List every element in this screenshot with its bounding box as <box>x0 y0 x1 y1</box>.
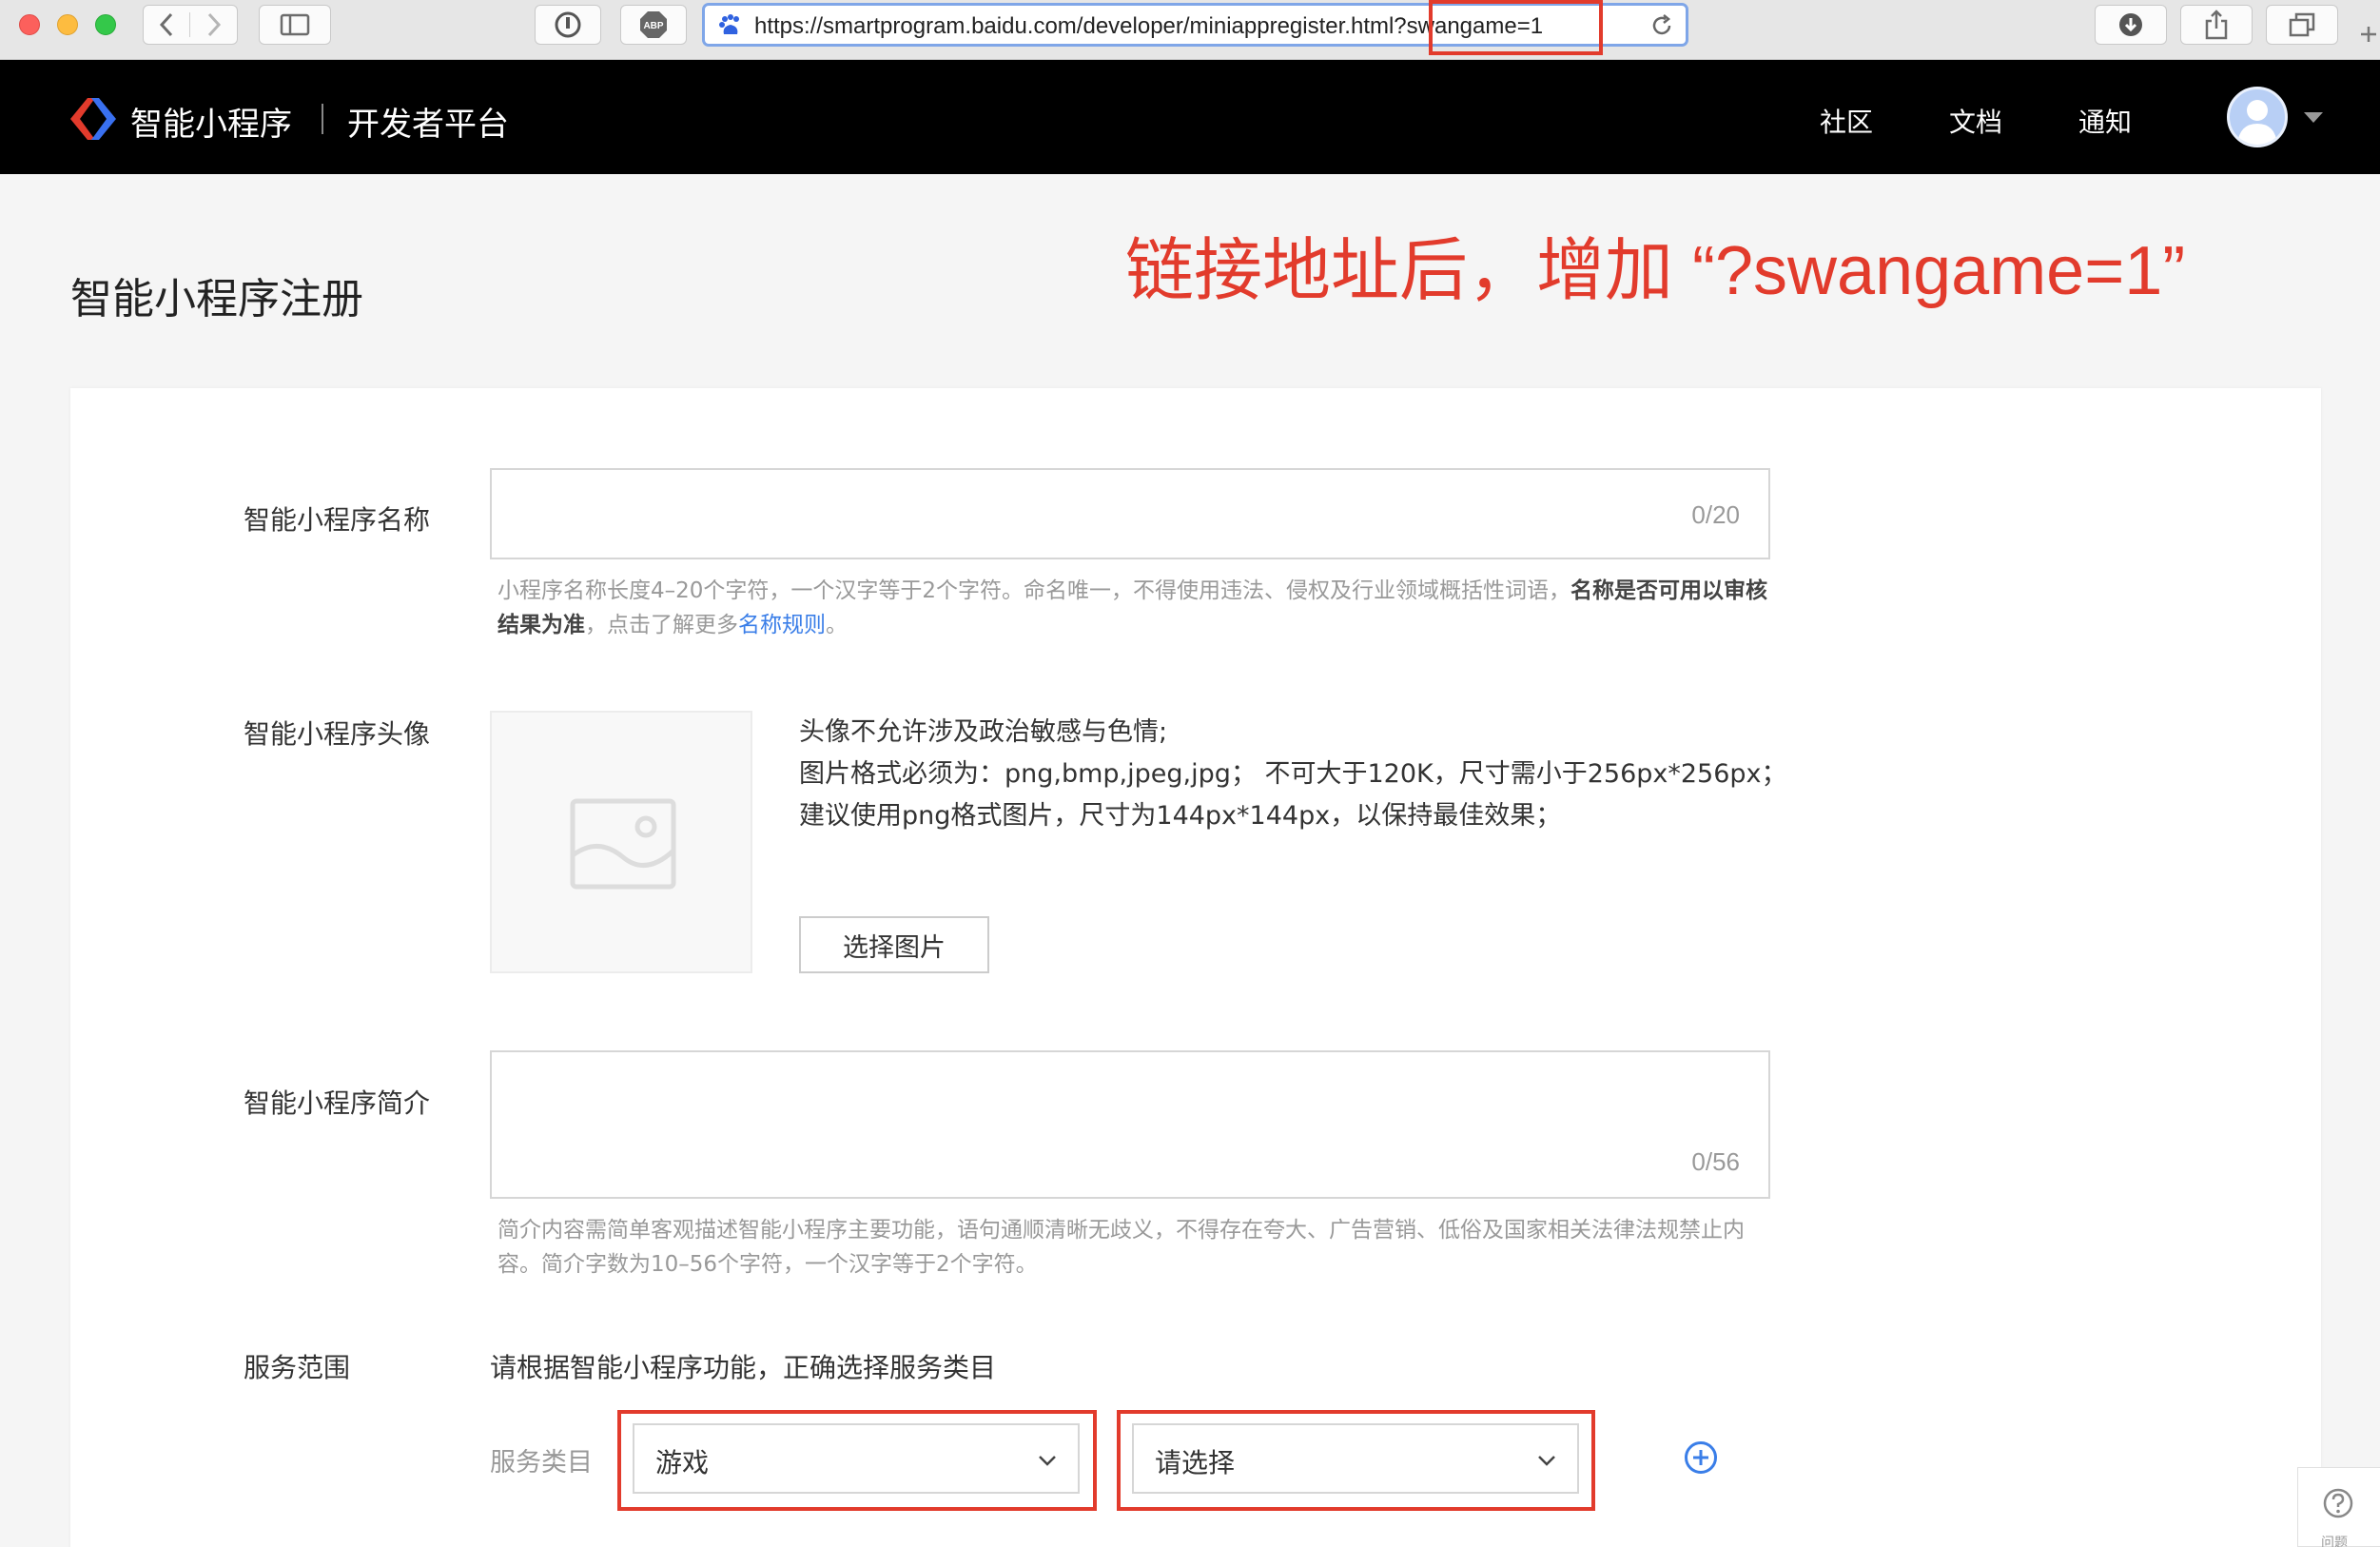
chevron-down-icon <box>1039 1456 1056 1466</box>
sidebar-icon <box>280 13 310 36</box>
category-secondary-placeholder: 请选择 <box>1155 1447 1236 1478</box>
back-forward-group <box>143 5 238 45</box>
intro-char-counter: 0/56 <box>1691 1147 1740 1176</box>
tabs-button[interactable] <box>2266 5 2338 45</box>
smartprogram-logo-icon[interactable] <box>68 96 118 142</box>
category-primary-value: 游戏 <box>655 1447 710 1478</box>
adblock-icon: ABP <box>640 11 667 38</box>
avatar-preview[interactable] <box>490 711 752 973</box>
brand-subtitle: 开发者平台 <box>347 106 509 144</box>
account-dropdown-icon[interactable] <box>2304 112 2323 123</box>
user-avatar[interactable] <box>2227 87 2288 147</box>
tabs-icon <box>2289 12 2315 37</box>
download-icon <box>2119 13 2142 36</box>
adblock-button[interactable]: ABP <box>620 5 687 45</box>
add-category-icon[interactable] <box>1684 1440 1718 1475</box>
page-title: 智能小程序注册 <box>70 275 363 323</box>
name-hint-main: 小程序名称长度4–20个字符，一个汉字等于2个字符。命名唯一，不得使用违法、侵权… <box>497 578 1571 603</box>
downloads-button[interactable] <box>2095 5 2167 45</box>
chevron-down-icon <box>1538 1456 1555 1466</box>
user-icon <box>2237 100 2277 145</box>
image-placeholder-icon <box>570 798 676 890</box>
nav-community[interactable]: 社区 <box>1820 102 1873 140</box>
brand-divider <box>322 104 323 134</box>
name-input[interactable]: 0/20 <box>490 468 1770 559</box>
name-char-counter: 0/20 <box>1691 500 1740 529</box>
svg-text:ABP: ABP <box>643 21 663 31</box>
choose-image-button[interactable]: 选择图片 <box>799 916 989 973</box>
browser-toolbar: ABP https://smartprogram.baidu.com/devel… <box>0 0 2380 60</box>
intro-hint: 简介内容需简单客观描述智能小程序主要功能，语句通顺清晰无歧义，不得存在夸大、广告… <box>497 1218 1745 1277</box>
url-param-highlight <box>1429 0 1603 55</box>
forward-icon[interactable] <box>190 12 237 37</box>
url-text: https://smartprogram.baidu.com/developer… <box>754 13 1544 39</box>
service-description: 请根据智能小程序功能，正确选择服务类目 <box>490 1352 997 1383</box>
minimize-window-button[interactable] <box>57 14 78 35</box>
name-hint: 小程序名称长度4–20个字符，一个汉字等于2个字符。命名唯一，不得使用违法、侵权… <box>497 574 1768 642</box>
back-icon[interactable] <box>144 12 191 37</box>
nav-notifications[interactable]: 通知 <box>2078 102 2132 140</box>
name-hint-tail: ，点击了解更多 <box>585 613 738 637</box>
intro-field-label: 智能小程序简介 <box>244 1087 431 1119</box>
reload-icon[interactable] <box>1649 13 1674 38</box>
help-label: 问题 <box>2321 1536 2348 1547</box>
category-primary-select[interactable]: 游戏 <box>633 1423 1080 1494</box>
avatar-requirements: 头像不允许涉及政治敏感与色情; 图片格式必须为：png,bmp,jpeg,jpg… <box>799 712 1798 837</box>
key-icon <box>555 11 581 38</box>
annotation-text: 链接地址后，增加 “?swangame=1” <box>1125 233 2186 309</box>
question-icon <box>2323 1488 2353 1518</box>
name-hint-end: 。 <box>826 613 848 637</box>
category-secondary-select[interactable]: 请选择 <box>1132 1423 1579 1494</box>
intro-textarea[interactable]: 0/56 <box>490 1050 1770 1199</box>
zoom-window-button[interactable] <box>95 14 116 35</box>
close-window-button[interactable] <box>19 14 40 35</box>
nav-docs[interactable]: 文档 <box>1949 102 2002 140</box>
sidebar-button[interactable] <box>259 5 331 45</box>
share-button[interactable] <box>2180 5 2253 45</box>
name-field-label: 智能小程序名称 <box>244 504 431 536</box>
register-form-card <box>70 388 2321 1547</box>
share-icon <box>2205 10 2228 40</box>
help-float-button[interactable]: 问题 <box>2297 1467 2380 1547</box>
new-tab-icon[interactable] <box>2359 25 2378 44</box>
password-button[interactable] <box>535 5 601 45</box>
avatar-field-label: 智能小程序头像 <box>244 718 431 750</box>
brand-name[interactable]: 智能小程序 <box>130 98 292 145</box>
avatar-req-line1: 头像不允许涉及政治敏感与色情; <box>799 717 1168 747</box>
site-navbar: 智能小程序 开发者平台 社区 文档 通知 <box>0 60 2380 174</box>
baidu-favicon-icon <box>719 14 739 34</box>
service-category-label: 服务类目 <box>490 1448 593 1478</box>
service-field-label: 服务范围 <box>244 1352 351 1383</box>
name-rules-link[interactable]: 名称规则 <box>738 613 826 637</box>
avatar-req-line2: 图片格式必须为：png,bmp,jpeg,jpg； 不可大于120K，尺寸需小于… <box>799 759 1787 831</box>
